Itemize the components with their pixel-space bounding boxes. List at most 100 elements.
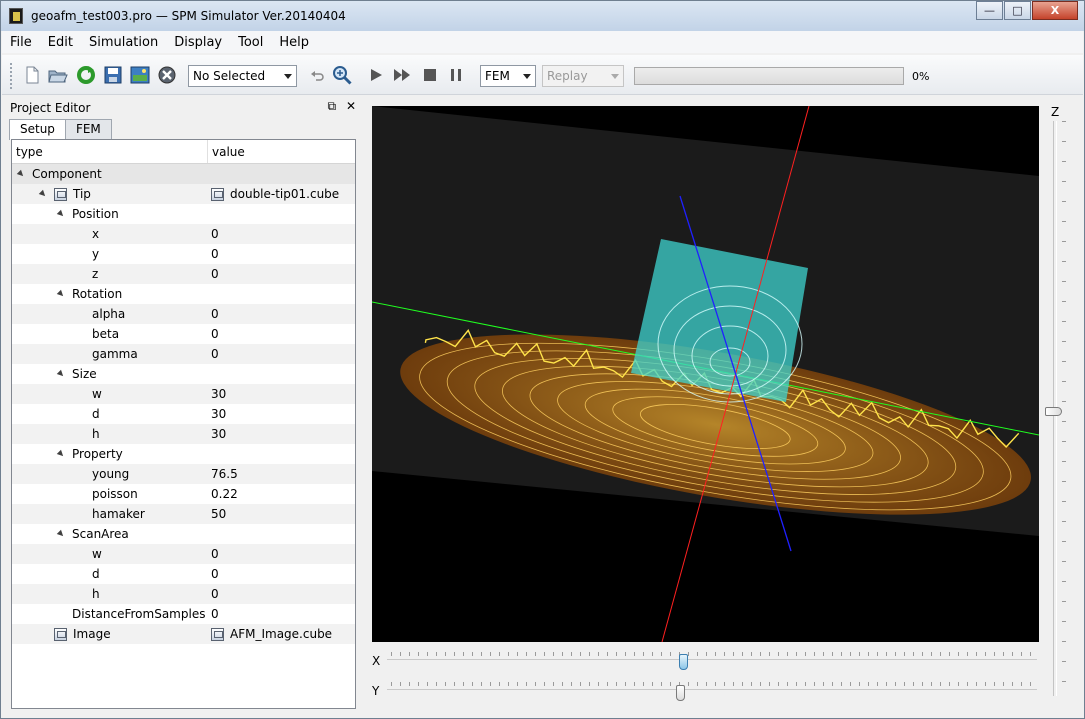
- cancel-icon[interactable]: [157, 65, 177, 85]
- tree-row[interactable]: poisson 0.22: [12, 484, 355, 504]
- expand-arrow-icon[interactable]: [56, 449, 66, 459]
- tree-row[interactable]: hamaker 50: [12, 504, 355, 524]
- menu-simulation[interactable]: Simulation: [81, 35, 166, 50]
- tree-row[interactable]: x0: [12, 224, 355, 244]
- pause-icon[interactable]: [446, 65, 466, 85]
- tree-row[interactable]: z0: [12, 264, 355, 284]
- selection-combo[interactable]: No Selected: [188, 65, 297, 87]
- maximize-button[interactable]: □: [1004, 1, 1031, 20]
- menu-tool[interactable]: Tool: [230, 35, 271, 50]
- tree-cell-value[interactable]: 0: [209, 324, 355, 344]
- column-header-value[interactable]: value: [208, 140, 245, 163]
- tree-cell-value[interactable]: 0: [209, 264, 355, 284]
- tree-row[interactable]: d0: [12, 564, 355, 584]
- tree-cell-value[interactable]: [209, 284, 355, 304]
- column-header-type[interactable]: type: [12, 140, 208, 163]
- menu-edit[interactable]: Edit: [40, 35, 81, 50]
- image-export-icon[interactable]: [130, 65, 150, 85]
- close-button[interactable]: X: [1032, 1, 1078, 20]
- tree-row[interactable]: ScanArea: [12, 524, 355, 544]
- panel-title: Project Editor: [10, 101, 91, 115]
- menu-help[interactable]: Help: [271, 35, 317, 50]
- tree-row-label: w: [92, 387, 102, 401]
- tree-row[interactable]: DistanceFromSamples 0: [12, 604, 355, 624]
- tree-row[interactable]: gamma 0: [12, 344, 355, 364]
- y-slider-handle[interactable]: [675, 685, 685, 701]
- tree-row-value: 0: [211, 547, 219, 561]
- new-file-icon[interactable]: [22, 65, 42, 85]
- tree-cell-value[interactable]: 0: [209, 244, 355, 264]
- tree-cell-value[interactable]: [209, 364, 355, 384]
- tree-cell-value[interactable]: 0.22: [209, 484, 355, 504]
- tree-row[interactable]: Position: [12, 204, 355, 224]
- tree-cell-value[interactable]: 0: [209, 224, 355, 244]
- tree-row[interactable]: h 30: [12, 424, 355, 444]
- tree-cell-value[interactable]: 30: [209, 384, 355, 404]
- undo-icon[interactable]: [307, 65, 327, 85]
- expand-arrow-icon[interactable]: [56, 529, 66, 539]
- tree-row[interactable]: h0: [12, 584, 355, 604]
- save-icon[interactable]: [103, 65, 123, 85]
- float-panel-icon[interactable]: ⧉: [328, 99, 337, 113]
- expand-arrow-icon[interactable]: [38, 189, 48, 199]
- window-controls: — □ X: [975, 1, 1078, 20]
- expand-arrow-icon[interactable]: [56, 289, 66, 299]
- fast-forward-icon[interactable]: [392, 65, 412, 85]
- 3d-viewport[interactable]: [372, 106, 1039, 642]
- selection-combo-value: No Selected: [193, 69, 266, 83]
- tree-row[interactable]: Size: [12, 364, 355, 384]
- tree-row[interactable]: Tip double-tip01.cube: [12, 184, 355, 204]
- zoom-icon[interactable]: [332, 65, 352, 85]
- x-slider-handle[interactable]: [678, 654, 688, 670]
- play-icon[interactable]: [366, 65, 386, 85]
- tree-cell-type: Property: [12, 444, 209, 464]
- tree-row[interactable]: Component: [12, 164, 355, 184]
- close-panel-icon[interactable]: ✕: [346, 99, 356, 113]
- tree-row[interactable]: Image AFM_Image.cube: [12, 624, 355, 644]
- tree-cell-value[interactable]: double-tip01.cube: [209, 184, 355, 204]
- tree-cell-value[interactable]: 0: [209, 604, 355, 624]
- minimize-button[interactable]: —: [976, 1, 1003, 20]
- mode-combo[interactable]: FEM: [480, 65, 536, 87]
- expand-arrow-icon[interactable]: [56, 209, 66, 219]
- tree-row[interactable]: alpha 0: [12, 304, 355, 324]
- tree-row[interactable]: y0: [12, 244, 355, 264]
- tree-row[interactable]: Rotation: [12, 284, 355, 304]
- tree-row[interactable]: w 30: [12, 384, 355, 404]
- tree-cell-value[interactable]: 0: [209, 564, 355, 584]
- z-slider-handle[interactable]: [1045, 407, 1062, 416]
- replay-combo[interactable]: Replay: [542, 65, 624, 87]
- tree-cell-value[interactable]: 30: [209, 424, 355, 444]
- tree-row[interactable]: Property: [12, 444, 355, 464]
- tree-cell-value[interactable]: 0: [209, 344, 355, 364]
- x-slider-track[interactable]: [387, 659, 1037, 671]
- tree-cell-value[interactable]: 76.5: [209, 464, 355, 484]
- tab-fem[interactable]: FEM: [64, 119, 112, 139]
- expand-arrow-icon[interactable]: [56, 369, 66, 379]
- tree-row[interactable]: d 30: [12, 404, 355, 424]
- tree-row[interactable]: w0: [12, 544, 355, 564]
- menu-display[interactable]: Display: [166, 35, 230, 50]
- tree-row[interactable]: young 76.5: [12, 464, 355, 484]
- z-slider-ticks: [1062, 121, 1066, 696]
- stop-icon[interactable]: [420, 65, 440, 85]
- tree-cell-value[interactable]: 50: [209, 504, 355, 524]
- tree-cell-value[interactable]: 0: [209, 584, 355, 604]
- tree-cell-value[interactable]: 0: [209, 544, 355, 564]
- tree-cell-value[interactable]: [209, 444, 355, 464]
- y-slider-track[interactable]: [387, 689, 1037, 701]
- toolbar-grip[interactable]: [10, 63, 13, 89]
- open-folder-icon[interactable]: [48, 65, 68, 85]
- menu-file[interactable]: File: [2, 35, 40, 50]
- tree-cell-value[interactable]: [209, 204, 355, 224]
- tree-cell-value[interactable]: [209, 524, 355, 544]
- tab-setup[interactable]: Setup: [9, 119, 66, 140]
- tree-cell-value[interactable]: 30: [209, 404, 355, 424]
- tree-cell-value[interactable]: 0: [209, 304, 355, 324]
- tree-cell-value[interactable]: AFM_Image.cube: [209, 624, 355, 644]
- reload-icon[interactable]: [76, 65, 96, 85]
- expand-arrow-icon[interactable]: [16, 169, 26, 179]
- tree-cell-value[interactable]: [209, 164, 355, 184]
- title-bar[interactable]: geoafm_test003.pro — SPM Simulator Ver.2…: [1, 1, 1084, 31]
- tree-row[interactable]: beta 0: [12, 324, 355, 344]
